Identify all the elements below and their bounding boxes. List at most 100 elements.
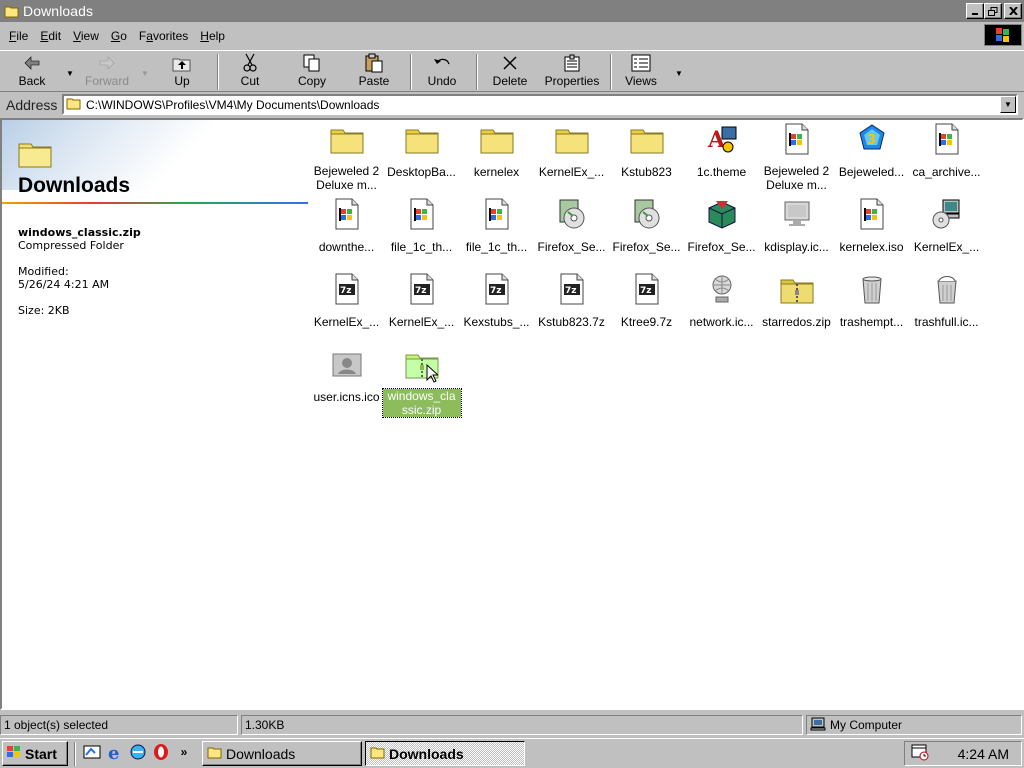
address-label: Address [6, 97, 58, 113]
views-icon [630, 53, 652, 73]
file-item[interactable]: trashempt... [834, 270, 909, 342]
address-bar: Address C:\WINDOWS\Profiles\VM4\My Docum… [0, 93, 1024, 117]
file-item[interactable]: Kstub823 [609, 120, 684, 192]
paste-button[interactable]: Paste [354, 53, 394, 91]
back-button[interactable]: Back [12, 53, 52, 91]
menu-help[interactable]: Help [195, 29, 230, 43]
file-item[interactable]: starredos.zip [759, 270, 834, 342]
back-arrow-icon [21, 53, 43, 73]
internet-explorer-icon[interactable]: e [105, 742, 125, 762]
file-item[interactable]: file_1c_th... [384, 195, 459, 267]
file-item[interactable]: file_1c_th... [459, 195, 534, 267]
file-item[interactable]: KernelEx_... [909, 195, 984, 267]
undo-button[interactable]: Undo [422, 53, 462, 91]
file-item[interactable]: Bejeweled 2 Deluxe m... [309, 120, 384, 192]
taskbar-button-downloads[interactable]: Downloads [202, 741, 362, 766]
restore-button[interactable] [984, 3, 1002, 19]
file-label: KernelEx_... [313, 315, 380, 329]
file-item[interactable]: 7z Ktree9.7z [609, 270, 684, 342]
menu-view[interactable]: View [68, 29, 104, 43]
svg-text:7z: 7z [640, 286, 652, 296]
views-dropdown-icon[interactable]: ▼ [675, 69, 683, 78]
file-item[interactable]: 7z Kstub823.7z [534, 270, 609, 342]
close-button[interactable] [1004, 3, 1022, 19]
file-item[interactable]: windows_cla ssic.zip [381, 345, 462, 418]
file-item[interactable]: A 1c.theme [684, 120, 759, 192]
file-item[interactable]: 7z KernelEx_... [384, 270, 459, 342]
file-label: Ktree9.7z [620, 315, 673, 329]
file-size: Size: 2KB [18, 304, 70, 317]
file-label: DesktopBa... [387, 165, 456, 179]
file-item[interactable]: 3 Bejeweled... [834, 120, 909, 192]
taskbar-button-downloads-active[interactable]: Downloads [365, 741, 525, 766]
file-label: starredos.zip [762, 315, 831, 329]
file-item[interactable]: network.ic... [684, 270, 759, 342]
file-item[interactable]: trashfull.ic... [909, 270, 984, 342]
svg-text:3: 3 [867, 133, 876, 148]
menu-edit[interactable]: Edit [35, 29, 66, 43]
network-icon [705, 272, 739, 306]
7z-archive-icon: 7z [480, 272, 514, 306]
file-label: 1c.theme [696, 165, 747, 179]
folder-view[interactable]: Downloads windows_classic.zip Compressed… [0, 118, 1024, 710]
file-label: Firefox_Se... [612, 240, 681, 254]
trash-empty-icon [855, 272, 889, 306]
copy-button[interactable]: Copy [292, 53, 332, 91]
menu-file[interactable]: File [4, 29, 33, 43]
theme-icon: A [705, 122, 739, 156]
forward-dropdown-icon[interactable]: ▼ [141, 69, 149, 78]
address-dropdown-icon[interactable]: ▼ [1000, 96, 1016, 113]
file-item[interactable]: kdisplay.ic... [759, 195, 834, 267]
installer-icon [780, 122, 814, 155]
7z-archive-icon: 7z [330, 272, 364, 306]
clock[interactable]: 4:24 AM [958, 746, 1009, 762]
file-label: trashfull.ic... [914, 315, 979, 329]
title-bar[interactable]: Downloads [0, 0, 1024, 22]
minimize-button[interactable] [966, 3, 984, 19]
file-item[interactable]: Firefox_Se... [684, 195, 759, 267]
file-item[interactable]: 7z Kexstubs_... [459, 270, 534, 342]
file-item[interactable]: downthe... [309, 195, 384, 267]
file-label: Firefox_Se... [687, 240, 756, 254]
file-item[interactable]: ca_archive... [909, 120, 984, 192]
7z-archive-icon: 7z [405, 272, 439, 306]
file-item[interactable]: kernelex [459, 120, 534, 192]
forward-button[interactable]: Forward [82, 53, 132, 91]
menu-go[interactable]: Go [106, 29, 132, 43]
computer-cd-icon [930, 197, 964, 231]
show-desktop-icon[interactable] [82, 742, 102, 762]
system-tray: 4:24 AM [904, 741, 1022, 766]
properties-button[interactable]: Properties [541, 53, 603, 91]
installer-icon [405, 197, 439, 231]
back-dropdown-icon[interactable]: ▼ [66, 69, 74, 78]
file-item[interactable]: 7z KernelEx_... [309, 270, 384, 342]
file-item[interactable]: Firefox_Se... [609, 195, 684, 267]
menu-favorites[interactable]: Favorites [134, 29, 193, 43]
outlook-express-icon[interactable] [128, 742, 148, 762]
file-item[interactable]: DesktopBa... [384, 120, 459, 192]
7z-archive-icon: 7z [630, 272, 664, 306]
up-button[interactable]: Up [164, 53, 200, 91]
file-item[interactable]: Bejeweled 2 Deluxe m... [759, 120, 834, 192]
chevron-right-icon[interactable]: » [174, 742, 194, 762]
copy-icon [301, 53, 323, 73]
file-item[interactable]: Firefox_Se... [534, 195, 609, 267]
trash-full-icon [930, 272, 964, 306]
quick-launch: e » [82, 742, 197, 762]
file-item[interactable]: kernelex.iso [834, 195, 909, 267]
file-label: Bejeweled... [838, 165, 905, 179]
folder-icon [405, 122, 439, 156]
start-button[interactable]: Start [2, 741, 68, 766]
address-field[interactable]: C:\WINDOWS\Profiles\VM4\My Documents\Dow… [62, 94, 1018, 115]
views-button[interactable]: Views [622, 53, 660, 91]
delete-button[interactable]: Delete [488, 53, 532, 91]
scheduler-icon[interactable] [911, 743, 929, 764]
svg-text:7z: 7z [415, 286, 427, 296]
opera-icon[interactable] [151, 742, 171, 762]
cut-button[interactable]: Cut [232, 53, 268, 91]
file-item[interactable]: user.icns.ico [309, 345, 384, 417]
file-item[interactable]: KernelEx_... [534, 120, 609, 192]
modified-date: 5/26/24 4:21 AM [18, 278, 110, 291]
address-path: C:\WINDOWS\Profiles\VM4\My Documents\Dow… [86, 97, 380, 112]
installer-icon [330, 197, 364, 231]
